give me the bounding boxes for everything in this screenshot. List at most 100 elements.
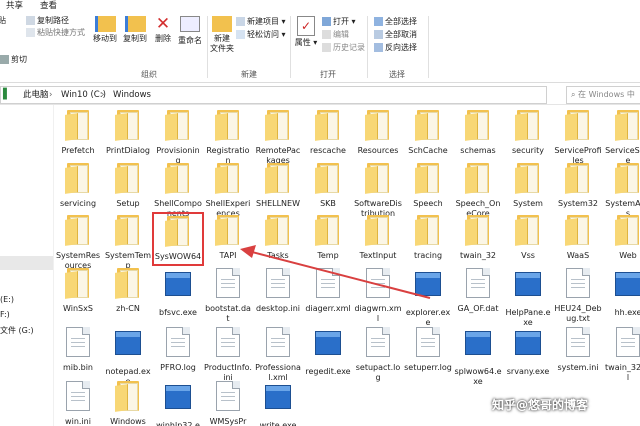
file-item[interactable]: diagwrn.xml: [354, 268, 402, 324]
file-item[interactable]: System32: [554, 163, 602, 209]
new-folder-button[interactable]: 新建 文件夹: [207, 16, 237, 54]
file-item[interactable]: servicing: [54, 163, 102, 209]
breadcrumb-drive[interactable]: Win10 (C:): [61, 87, 106, 103]
properties-button[interactable]: ✓ 属性 ▾: [294, 16, 318, 48]
file-item[interactable]: write.exe: [254, 381, 302, 426]
file-item[interactable]: Windows: [104, 381, 152, 426]
file-item[interactable]: ServiceProfiles: [554, 110, 602, 166]
file-item[interactable]: ShellExperiences: [204, 163, 252, 219]
file-item[interactable]: diagerr.xml: [304, 268, 352, 314]
copy-to-button[interactable]: 复制到: [122, 16, 148, 44]
copy-path-button[interactable]: 复制路径: [26, 15, 69, 26]
history-button[interactable]: 历史记录: [322, 42, 365, 53]
nav-selected-row[interactable]: [0, 256, 53, 270]
file-item[interactable]: RemotePackages: [254, 110, 302, 166]
file-item[interactable]: TextInput: [354, 215, 402, 261]
file-item[interactable]: twain_32.dll: [604, 327, 640, 383]
file-item[interactable]: System: [504, 163, 552, 209]
breadcrumb-this-pc[interactable]: 此电脑: [23, 87, 49, 103]
exe-icon: [114, 331, 142, 365]
file-item[interactable]: TAPI: [204, 215, 252, 261]
file-item[interactable]: zh-CN: [104, 268, 152, 314]
file-item[interactable]: schemas: [454, 110, 502, 156]
address-bar[interactable]: ▌ 此电脑 › Win10 (C:) › Windows: [0, 86, 547, 104]
file-item[interactable]: tracing: [404, 215, 452, 261]
easy-access-button[interactable]: 轻松访问 ▾: [236, 29, 286, 40]
file-item[interactable]: Registration: [204, 110, 252, 166]
file-item[interactable]: notepad.exe: [104, 327, 152, 387]
file-item[interactable]: explorer.exe: [404, 268, 452, 328]
file-item[interactable]: winhlp32.exe: [154, 381, 202, 426]
file-item[interactable]: ServiceState: [604, 110, 640, 166]
file-item[interactable]: SchCache: [404, 110, 452, 156]
invert-selection-button[interactable]: 反向选择: [374, 42, 417, 53]
file-item[interactable]: SHELLNEW: [254, 163, 302, 209]
file-item[interactable]: PrintDialog: [104, 110, 152, 156]
select-none-button[interactable]: 全部取消: [374, 29, 417, 40]
file-item[interactable]: SKB: [304, 163, 352, 209]
menu-share[interactable]: 共享: [6, 0, 23, 12]
file-item[interactable]: splwow64.exe: [454, 327, 502, 387]
file-item[interactable]: bootstat.dat: [204, 268, 252, 324]
nav-drive-f[interactable]: F:): [0, 310, 10, 319]
file-item[interactable]: Temp: [304, 215, 352, 261]
file-item[interactable]: HEU24_Debug.txt: [554, 268, 602, 324]
file-item[interactable]: Setup: [104, 163, 152, 209]
file-item[interactable]: setupact.log: [354, 327, 402, 383]
file-item[interactable]: setuperr.log: [404, 327, 452, 373]
file-item[interactable]: SysWOW64: [152, 212, 204, 266]
file-item[interactable]: regedit.exe: [304, 327, 352, 377]
new-item-button[interactable]: 新建项目 ▾: [236, 16, 286, 27]
cut-button[interactable]: 剪切: [0, 54, 27, 65]
move-to-button[interactable]: 移动到: [92, 16, 118, 44]
file-item[interactable]: SystemResources: [54, 215, 102, 271]
file-item[interactable]: twain_32: [454, 215, 502, 261]
file-item[interactable]: Speech_OneCore: [454, 163, 502, 219]
file-item[interactable]: HelpPane.exe: [504, 268, 552, 328]
file-item[interactable]: SystemApps: [604, 163, 640, 219]
open-button[interactable]: 打开 ▾: [322, 16, 356, 27]
file-item[interactable]: system.ini: [554, 327, 602, 373]
file-item[interactable]: bfsvc.exe: [154, 268, 202, 318]
rename-button[interactable]: 重命名: [176, 16, 204, 46]
paste-partial-label[interactable]: 贴: [0, 15, 6, 26]
file-icon: [264, 268, 292, 302]
file-item[interactable]: Provisioning: [154, 110, 202, 166]
file-item[interactable]: security: [504, 110, 552, 156]
file-item[interactable]: SoftwareDistribution: [354, 163, 402, 219]
file-item[interactable]: Vss: [504, 215, 552, 261]
file-item[interactable]: PFRO.log: [154, 327, 202, 373]
file-item[interactable]: GA_OF.dat: [454, 268, 502, 314]
file-item[interactable]: rescache: [304, 110, 352, 156]
file-item-label: srvany.exe: [506, 367, 550, 376]
file-item[interactable]: WMSysPr: [204, 381, 252, 426]
breadcrumb-folder[interactable]: Windows: [113, 87, 151, 103]
file-item[interactable]: srvany.exe: [504, 327, 552, 377]
file-item-label: Temp: [317, 251, 339, 260]
file-item[interactable]: mib.bin: [54, 327, 102, 373]
edit-button[interactable]: 编辑: [322, 29, 349, 40]
file-item[interactable]: Speech: [404, 163, 452, 209]
file-item[interactable]: Tasks: [254, 215, 302, 261]
file-item[interactable]: WinSxS: [54, 268, 102, 314]
file-item[interactable]: Professional.xml: [254, 327, 302, 383]
select-all-button[interactable]: 全部选择: [374, 16, 417, 27]
menu-view[interactable]: 查看: [40, 0, 57, 12]
file-item[interactable]: desktop.ini: [254, 268, 302, 314]
file-item[interactable]: ShellComponents: [154, 163, 202, 219]
select-group-label: 选择: [389, 70, 405, 79]
file-item[interactable]: WaaS: [554, 215, 602, 261]
file-item[interactable]: ProductInfo.ini: [204, 327, 252, 383]
nav-drive-e[interactable]: (E:): [0, 295, 14, 304]
file-item[interactable]: win.ini: [54, 381, 102, 426]
file-item[interactable]: Resources: [354, 110, 402, 156]
file-item[interactable]: Prefetch: [54, 110, 102, 156]
file-item-label: System32: [557, 199, 598, 208]
file-item[interactable]: Web: [604, 215, 640, 261]
nav-drive-g[interactable]: 文件 (G:): [0, 325, 34, 336]
delete-button[interactable]: ✕ 删除: [152, 16, 174, 44]
search-input[interactable]: ⌕ 在 Windows 中: [566, 86, 640, 104]
paste-shortcut-button[interactable]: 粘贴快捷方式: [26, 27, 85, 38]
file-item[interactable]: hh.exe: [604, 268, 640, 318]
file-item[interactable]: SystemTemp: [104, 215, 152, 271]
